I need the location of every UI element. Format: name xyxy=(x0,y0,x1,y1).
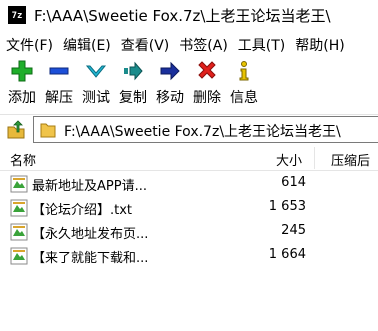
list-header: 名称 大小 压缩后 xyxy=(0,147,378,171)
file-row[interactable]: 【论坛介绍】.txt 1 653 xyxy=(0,196,378,220)
delete-label: 删除 xyxy=(193,90,221,106)
app-icon: 7z xyxy=(8,6,26,24)
move-arrow-icon xyxy=(151,60,189,86)
folder-up-icon[interactable] xyxy=(6,120,26,140)
test-button[interactable]: 测试 xyxy=(77,60,115,108)
extract-button[interactable]: 解压 xyxy=(40,60,78,108)
column-size[interactable]: 大小 xyxy=(276,150,302,169)
address-bar: F:\AAA\Sweetie Fox.7z\上老王论坛当老王\ xyxy=(0,114,378,144)
toolbar: 添加 解压 测试 复制 移动 删除 信息 xyxy=(0,60,378,110)
path-text: F:\AAA\Sweetie Fox.7z\上老王论坛当老王\ xyxy=(64,124,341,140)
copy-arrow-icon xyxy=(114,60,152,86)
title-bar: 7z F:\AAA\Sweetie Fox.7z\上老王论坛当老王\ xyxy=(0,0,378,30)
file-row[interactable]: 【来了就能下载和... 1 664 xyxy=(0,244,378,268)
folder-icon xyxy=(40,121,56,138)
path-field[interactable]: F:\AAA\Sweetie Fox.7z\上老王论坛当老王\ xyxy=(33,116,378,143)
text-file-icon xyxy=(10,247,28,265)
text-file-icon xyxy=(10,199,28,217)
move-label: 移动 xyxy=(156,90,184,106)
move-button[interactable]: 移动 xyxy=(151,60,189,108)
info-icon xyxy=(225,60,263,86)
text-file-icon xyxy=(10,223,28,241)
minus-icon xyxy=(40,60,78,86)
file-name: 【来了就能下载和... xyxy=(32,251,149,266)
text-file-icon xyxy=(10,175,28,193)
file-list: 最新地址及APP请... 614 【论坛介绍】.txt 1 653 【永久地址发… xyxy=(0,172,378,268)
add-label: 添加 xyxy=(8,90,36,106)
column-divider[interactable] xyxy=(314,147,315,169)
file-row[interactable]: 最新地址及APP请... 614 xyxy=(0,172,378,196)
window-title: F:\AAA\Sweetie Fox.7z\上老王论坛当老王\ xyxy=(34,6,331,25)
file-size: 1 664 xyxy=(268,247,306,262)
file-name: 【永久地址发布页... xyxy=(32,227,149,242)
file-row[interactable]: 【永久地址发布页... 245 xyxy=(0,220,378,244)
add-button[interactable]: 添加 xyxy=(3,60,41,108)
plus-icon xyxy=(3,60,41,86)
copy-button[interactable]: 复制 xyxy=(114,60,152,108)
info-button[interactable]: 信息 xyxy=(225,60,263,108)
file-size: 614 xyxy=(281,175,306,190)
column-name[interactable]: 名称 xyxy=(10,150,36,169)
test-label: 测试 xyxy=(82,90,110,106)
file-name: 【论坛介绍】.txt xyxy=(32,203,133,218)
menu-edit[interactable]: 编辑(E) xyxy=(57,35,115,55)
extract-label: 解压 xyxy=(45,90,73,106)
delete-x-icon xyxy=(188,60,226,86)
file-size: 245 xyxy=(281,223,306,238)
menu-help[interactable]: 帮助(H) xyxy=(289,35,348,55)
column-packed-size[interactable]: 压缩后 xyxy=(331,150,370,169)
menu-bar: 文件(F) 编辑(E) 查看(V) 书签(A) 工具(T) 帮助(H) xyxy=(0,32,378,58)
file-name: 最新地址及APP请... xyxy=(32,179,147,194)
menu-bookmarks[interactable]: 书签(A) xyxy=(173,35,232,55)
info-label: 信息 xyxy=(230,90,258,106)
menu-tools[interactable]: 工具(T) xyxy=(232,35,289,55)
file-size: 1 653 xyxy=(268,199,306,214)
menu-view[interactable]: 查看(V) xyxy=(115,35,174,55)
checkmark-icon xyxy=(77,60,115,86)
menu-file[interactable]: 文件(F) xyxy=(0,35,57,55)
copy-label: 复制 xyxy=(119,90,147,106)
delete-button[interactable]: 删除 xyxy=(188,60,226,108)
